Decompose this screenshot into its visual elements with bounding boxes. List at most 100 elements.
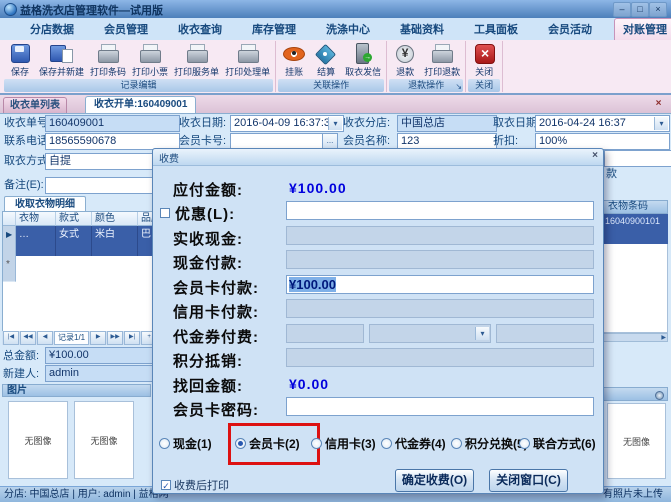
nav-next-button[interactable]: ▶| — [124, 331, 140, 345]
退款-button[interactable]: 退款 — [389, 41, 421, 78]
取衣发信-button[interactable]: 取衣发信 — [342, 41, 384, 78]
field-收衣日期[interactable]: 2016-04-09 16:37:39▾ — [230, 115, 344, 132]
table-row-cell[interactable]: 巴 — [138, 226, 153, 256]
field-收衣单号[interactable]: 160409001 — [45, 115, 180, 132]
voucher-type-dropdown[interactable]: ▾ — [369, 324, 491, 343]
ribbon-button-label: 退款 — [396, 65, 414, 78]
dialog-field-会员卡密码[interactable] — [286, 397, 594, 416]
payment-method-会员卡(2)[interactable]: 会员卡(2) — [235, 435, 300, 452]
garment-table[interactable]: 衣物款式颜色品牌▶…女式米白巴* — [2, 211, 153, 332]
table-row-cell[interactable]: … — [16, 226, 56, 256]
payment-method-积分兑换(5)[interactable]: 积分兑换(5) — [451, 435, 528, 452]
table-append-row-marker[interactable]: * — [3, 256, 16, 282]
保存-button[interactable]: 保存 — [4, 41, 36, 78]
checkbox-icon[interactable]: ✓ — [161, 480, 171, 490]
menu-tab-收衣查询[interactable]: 收衣查询 — [170, 19, 230, 40]
menu-tab-会员管理[interactable]: 会员管理 — [96, 19, 156, 40]
field-label: 收衣日期: — [179, 115, 226, 131]
record-navigator: |◀◀◀◀记录1/1▶▶▶▶|+−▲ — [2, 331, 151, 345]
menu-tab-对账管理[interactable]: 对账管理 — [614, 18, 671, 40]
radio-label: 信用卡(3) — [325, 435, 376, 452]
tab-close-icon[interactable]: × — [652, 97, 665, 110]
payment-method-信用卡(3)[interactable]: 信用卡(3) — [311, 435, 376, 452]
保存并新建-button[interactable]: 保存并新建 — [36, 41, 87, 78]
tab-receipt-list[interactable]: 收衣单列表 — [3, 97, 67, 113]
table-row-cell[interactable]: 米白 — [92, 226, 138, 256]
打印条码-button[interactable]: 打印条码 — [87, 41, 129, 78]
nav-next-button[interactable]: ▶▶ — [107, 331, 123, 345]
picture-placeholder: 无图像 — [607, 403, 666, 479]
dialog-label: 代金券付费: — [173, 326, 259, 347]
dialog-field-优惠(L)[interactable] — [286, 201, 594, 220]
menu-tab-工具面板[interactable]: 工具面板 — [466, 19, 526, 40]
nav-prev-button[interactable]: |◀ — [3, 331, 19, 345]
payment-method-代金券(4)[interactable]: 代金券(4) — [381, 435, 446, 452]
table-row-cell[interactable]: ▶ — [3, 226, 16, 256]
nav-prev-button[interactable]: ◀ — [37, 331, 53, 345]
tab-receipt-form[interactable]: 收衣开单:160409001 — [85, 96, 196, 113]
挂账-button[interactable]: 挂账 — [278, 41, 310, 78]
close-button[interactable]: × — [649, 2, 667, 17]
barcode-row-selected[interactable]: 16040900101 — [603, 214, 668, 244]
radio-icon[interactable] — [519, 438, 530, 449]
menu-tab-会员活动[interactable]: 会员活动 — [540, 19, 600, 40]
dropdown-arrow-icon[interactable]: ▾ — [328, 117, 342, 130]
dropdown-arrow-icon[interactable]: ▾ — [654, 117, 668, 130]
radio-label: 现金(1) — [173, 435, 212, 452]
table-header-衣物: 衣物 — [16, 212, 56, 226]
discount-checkbox[interactable] — [160, 208, 170, 218]
table-row-cell[interactable]: 女式 — [56, 226, 92, 256]
打印处理单-button[interactable]: 打印处理单 — [222, 41, 273, 78]
ribbon-group: 退款打印退款退款操作↘ — [387, 41, 466, 92]
nav-prev-button[interactable]: ◀◀ — [20, 331, 36, 345]
关闭-button[interactable]: 关闭 — [468, 41, 500, 78]
maximize-button[interactable]: □ — [631, 2, 649, 17]
radio-icon[interactable] — [159, 438, 170, 449]
menu-tab-库存管理[interactable]: 库存管理 — [244, 19, 304, 40]
field-取衣日期[interactable]: 2016-04-24 16:37▾ — [535, 115, 670, 132]
phone-icon — [350, 42, 376, 65]
ribbon-button-label: 打印服务单 — [174, 65, 219, 78]
payment-method-现金(1)[interactable]: 现金(1) — [159, 435, 212, 452]
menu-tab-基础资料[interactable]: 基础资料 — [392, 19, 452, 40]
打印小票-button[interactable]: 打印小票 — [129, 41, 171, 78]
menu-tab-分店数据[interactable]: 分店数据 — [22, 19, 82, 40]
dropdown-arrow-icon[interactable]: ▾ — [475, 327, 489, 340]
closeX-icon — [471, 42, 497, 65]
ribbon-tab-bar: 分店数据会员管理收衣查询库存管理洗涤中心基础资料工具面板会员活动对账管理 — [0, 18, 671, 40]
horizontal-scrollbar[interactable]: ▶ — [603, 333, 668, 342]
tab-garment-details[interactable]: 收取衣物明细 — [4, 196, 86, 212]
app-icon — [4, 3, 17, 16]
voucher-count-field[interactable] — [496, 324, 594, 343]
打印退款-button[interactable]: 打印退款 — [421, 41, 463, 78]
radio-icon[interactable] — [311, 438, 322, 449]
dialog-field-会员卡付款[interactable]: ¥100.00 — [286, 275, 594, 294]
radio-icon[interactable] — [235, 438, 246, 449]
radio-icon[interactable] — [381, 438, 392, 449]
payment-dialog: 收费 × 应付金额:¥100.00优惠(L):实收现金:现金付款:会员卡付款:¥… — [152, 148, 604, 494]
total-label: 新建人: — [3, 366, 39, 382]
scroll-right-icon[interactable]: ▶ — [661, 334, 666, 341]
dialog-close-icon[interactable]: × — [592, 150, 598, 161]
status-right: 有照片未上传 — [603, 487, 663, 502]
menu-tab-洗涤中心[interactable]: 洗涤中心 — [318, 19, 378, 40]
barcode-list-empty[interactable] — [603, 244, 668, 333]
payment-method-联合方式(6)[interactable]: 联合方式(6) — [519, 435, 596, 452]
print-after-charge-checkbox[interactable]: ✓收费后打印 — [161, 477, 229, 493]
printer-icon — [429, 42, 455, 65]
打印服务单-button[interactable]: 打印服务单 — [171, 41, 222, 78]
close-window-button[interactable]: 关闭窗口(C) — [489, 469, 568, 492]
field-label: 联系电话: — [4, 133, 51, 149]
结算-button[interactable]: 结算 — [310, 41, 342, 78]
radio-icon[interactable] — [451, 438, 462, 449]
voucher-amount-field[interactable] — [286, 324, 364, 343]
minimize-button[interactable]: ‒ — [613, 2, 631, 17]
dialog-launcher-icon[interactable]: ↘ — [455, 80, 462, 93]
dialog-label: 信用卡付款: — [173, 301, 259, 322]
field-收衣分店[interactable]: 中国总店 — [397, 115, 497, 132]
confirm-charge-button[interactable]: 确定收费(O) — [395, 469, 474, 492]
dialog-field-积分抵销 — [286, 348, 594, 367]
nav-next-button[interactable]: ▶ — [90, 331, 106, 345]
right-strip-field[interactable] — [604, 150, 671, 167]
pin-icon[interactable] — [655, 391, 664, 400]
